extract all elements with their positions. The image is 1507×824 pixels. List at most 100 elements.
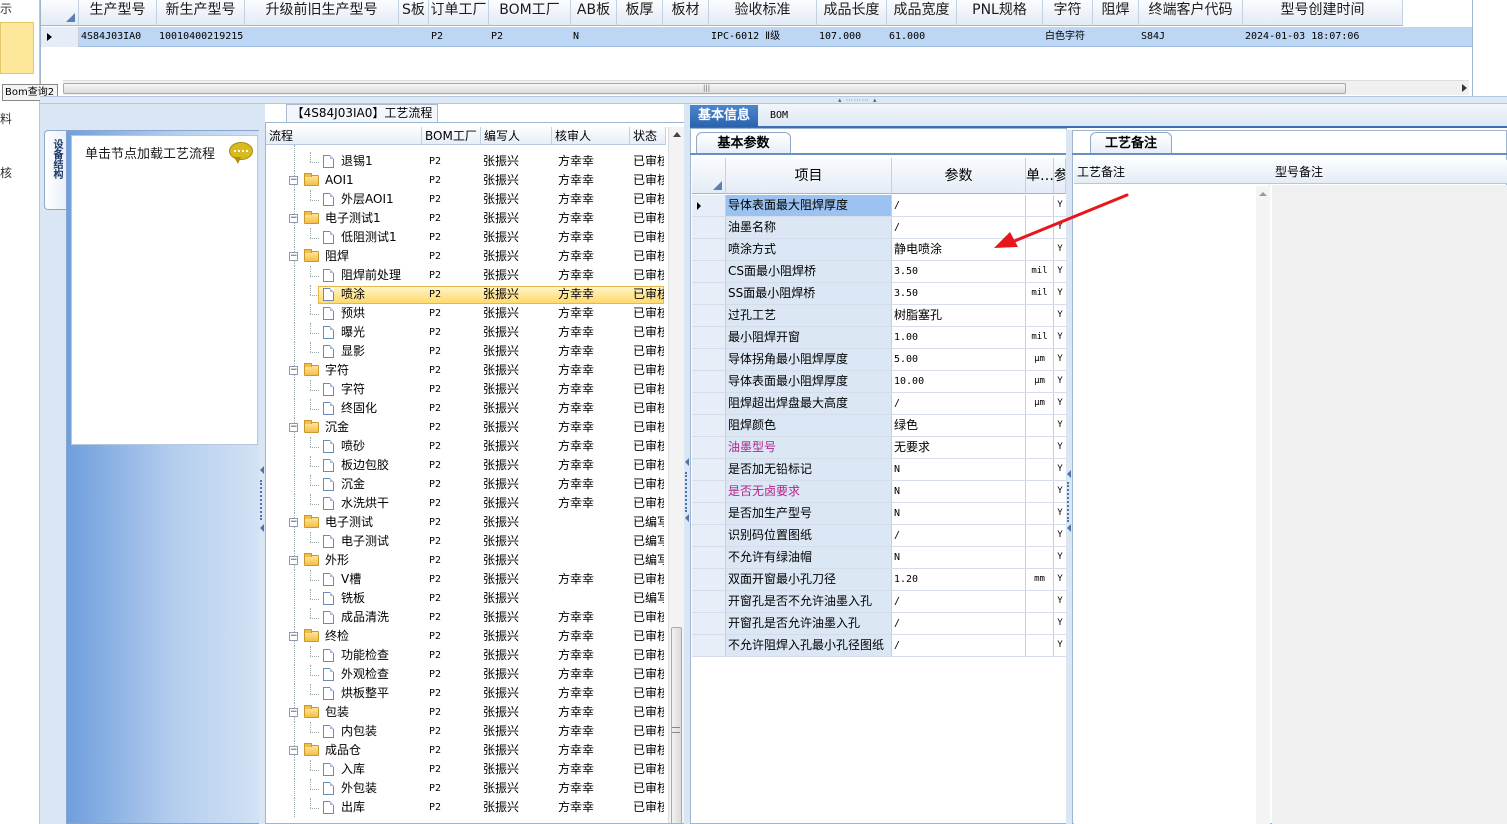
table-cell[interactable]: 2024-01-03 18:07:06 — [1243, 27, 1403, 47]
param-row[interactable]: SS面最小阻焊桥 3.50 mil Y — [692, 283, 1066, 305]
collapse-toggle-icon[interactable]: − — [289, 746, 298, 755]
tree-row[interactable]: 预烘 P2 张振兴 方幸幸 已审核 — [266, 304, 666, 323]
column-header[interactable]: 生产型号 — [79, 0, 157, 26]
tree-row[interactable]: 沉金 P2 张振兴 方幸幸 已审核 — [266, 475, 666, 494]
column-header[interactable]: 字符 — [1043, 0, 1093, 26]
tree-row[interactable]: 功能检查 P2 张振兴 方幸幸 已审核 — [266, 646, 666, 665]
table-cell[interactable]: 白色字符 — [1043, 27, 1093, 47]
table-cell[interactable]: 4S84J03IA0 — [79, 27, 157, 47]
tree-row[interactable]: 板边包胶 P2 张振兴 方幸幸 已审核 — [266, 456, 666, 475]
row-indicator[interactable] — [692, 327, 726, 348]
scroll-up-arrow-icon[interactable] — [1259, 192, 1267, 196]
param-value[interactable]: 1.00 — [892, 327, 1026, 348]
param-row[interactable]: 导体拐角最小阻焊厚度 5.00 μm Y — [692, 349, 1066, 371]
params-column-header[interactable]: 单… — [1026, 158, 1054, 194]
table-cell[interactable]: 107.000 — [817, 27, 887, 47]
table-cell[interactable]: P2 — [489, 27, 571, 47]
collapse-toggle-icon[interactable]: − — [289, 366, 298, 375]
tree-row[interactable]: 显影 P2 张振兴 方幸幸 已审核 — [266, 342, 666, 361]
scroll-up-arrow-icon[interactable] — [673, 132, 681, 137]
param-row[interactable]: 是否加生产型号 N Y — [692, 503, 1066, 525]
tree-row[interactable]: 曝光 P2 张振兴 方幸幸 已审核 — [266, 323, 666, 342]
collapse-toggle-icon[interactable]: − — [289, 423, 298, 432]
param-row[interactable]: 不允许阻焊入孔最小孔径图纸 / Y — [692, 635, 1066, 657]
param-value[interactable]: 3.50 — [892, 283, 1026, 304]
horizontal-scrollbar[interactable]: ||| — [63, 80, 1469, 95]
param-value[interactable]: 绿色 — [892, 415, 1026, 436]
table-cell[interactable]: P2 — [429, 27, 489, 47]
tree-row[interactable]: − AOI1 P2 张振兴 方幸幸 已审核 — [266, 171, 666, 190]
tree-row[interactable]: − 成品仓 P2 张振兴 方幸幸 已审核 — [266, 741, 666, 760]
column-header[interactable]: 成品长度 — [817, 0, 887, 26]
tree-column-header[interactable]: 状态 — [630, 127, 666, 145]
param-row[interactable]: 是否加无铅标记 N Y — [692, 459, 1066, 481]
column-header[interactable]: 订单工厂 — [429, 0, 489, 26]
tree-row[interactable]: − 阻焊 P2 张振兴 方幸幸 已审核 — [266, 247, 666, 266]
collapse-toggle-icon[interactable]: − — [289, 252, 298, 261]
param-value[interactable]: 1.20 — [892, 569, 1026, 590]
param-value[interactable]: N — [892, 459, 1026, 480]
param-row[interactable]: 阻焊颜色 绿色 Y — [692, 415, 1066, 437]
param-row[interactable]: 双面开窗最小孔刀径 1.20 mm Y — [692, 569, 1066, 591]
row-indicator[interactable] — [692, 481, 726, 502]
tree-row[interactable]: 外观检查 P2 张振兴 方幸幸 已审核 — [266, 665, 666, 684]
collapse-left-arrow-icon[interactable] — [685, 458, 689, 466]
tree-row[interactable]: 烘板整平 P2 张振兴 方幸幸 已审核 — [266, 684, 666, 703]
params-column-header[interactable]: 项目 — [726, 158, 892, 194]
tree-row[interactable]: 喷涂 P2 张振兴 方幸幸 已审核 — [266, 285, 666, 304]
param-row[interactable]: 是否无卤要求 N Y — [692, 481, 1066, 503]
table-cell[interactable]: N — [571, 27, 617, 47]
collapse-toggle-icon[interactable]: − — [289, 632, 298, 641]
table-cell[interactable] — [245, 27, 399, 47]
tree-row[interactable]: − 电子测试1 P2 张振兴 方幸幸 已审核 — [266, 209, 666, 228]
param-value[interactable]: / — [892, 525, 1026, 546]
row-indicator[interactable] — [692, 635, 726, 656]
param-value[interactable]: / — [892, 393, 1026, 414]
tree-row[interactable]: 阻焊前处理 P2 张振兴 方幸幸 已审核 — [266, 266, 666, 285]
row-indicator[interactable] — [692, 393, 726, 414]
collapse-toggle-icon[interactable]: − — [289, 556, 298, 565]
tree-row[interactable]: 外包装 P2 张振兴 方幸幸 已审核 — [266, 779, 666, 798]
tree-row[interactable]: − 包装 P2 张振兴 方幸幸 已审核 — [266, 703, 666, 722]
row-indicator[interactable] — [692, 503, 726, 524]
param-value[interactable]: 3.50 — [892, 261, 1026, 282]
collapse-left-arrow-icon[interactable] — [260, 524, 264, 532]
row-indicator[interactable] — [692, 525, 726, 546]
scrollbar-thumb[interactable] — [671, 627, 682, 823]
row-indicator[interactable] — [692, 217, 726, 238]
row-indicator[interactable] — [692, 547, 726, 568]
param-row[interactable]: 识别码位置图纸 / Y — [692, 525, 1066, 547]
equipment-structure-tab[interactable]: 设备结构 — [44, 130, 66, 210]
vertical-scrollbar[interactable] — [1256, 186, 1270, 824]
column-header[interactable]: S板 — [399, 0, 429, 26]
column-header[interactable]: 型号创建时间 — [1243, 0, 1403, 26]
param-row[interactable]: 油墨型号 无要求 Y — [692, 437, 1066, 459]
process-remark-textarea[interactable] — [1074, 185, 1270, 824]
param-value[interactable]: 5.00 — [892, 349, 1026, 370]
row-indicator[interactable] — [692, 415, 726, 436]
params-column-header[interactable]: 参数 — [892, 158, 1026, 194]
collapse-toggle-icon[interactable]: − — [289, 518, 298, 527]
collapse-left-arrow-icon[interactable] — [1067, 470, 1071, 478]
column-header[interactable]: AB板 — [571, 0, 617, 26]
tab-basic-info[interactable]: 基本信息 — [690, 105, 758, 127]
row-indicator[interactable] — [692, 591, 726, 612]
table-cell[interactable]: IPC-6012 Ⅱ级 — [709, 27, 817, 47]
tree-column-header[interactable]: BOM工厂 — [422, 127, 481, 145]
row-indicator[interactable] — [692, 371, 726, 392]
param-value[interactable]: N — [892, 503, 1026, 524]
scroll-right-arrow-icon[interactable] — [1462, 84, 1467, 92]
tree-column-header[interactable]: 流程 — [266, 127, 422, 145]
param-value[interactable]: N — [892, 481, 1026, 502]
tree-row[interactable]: − 沉金 P2 张振兴 方幸幸 已审核 — [266, 418, 666, 437]
collapse-left-arrow-icon[interactable] — [260, 466, 264, 474]
column-header[interactable]: 板材 — [663, 0, 709, 26]
tree-row[interactable]: 电子测试 P2 张振兴 已编写 — [266, 532, 666, 551]
tree-row[interactable]: − 外形 P2 张振兴 已编写 — [266, 551, 666, 570]
param-value[interactable]: / — [892, 591, 1026, 612]
param-row[interactable]: 最小阻焊开窗 1.00 mil Y — [692, 327, 1066, 349]
model-remark-textarea[interactable] — [1272, 185, 1507, 824]
param-row[interactable]: 过孔工艺 树脂塞孔 Y — [692, 305, 1066, 327]
table-cell[interactable]: S84J — [1139, 27, 1243, 47]
param-value[interactable]: 树脂塞孔 — [892, 305, 1026, 326]
